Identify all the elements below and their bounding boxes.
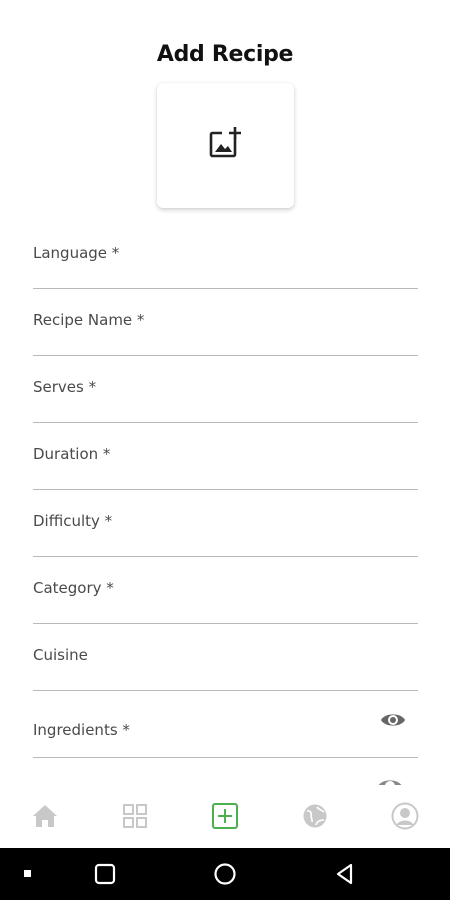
serves-label: Serves * xyxy=(33,378,97,396)
category-label: Category * xyxy=(33,579,114,597)
cuisine-label: Cuisine xyxy=(33,646,88,664)
profile-icon[interactable] xyxy=(391,802,419,830)
difficulty-label: Difficulty * xyxy=(33,512,113,530)
menu-icon[interactable] xyxy=(22,868,34,880)
duration-field[interactable]: Duration * xyxy=(33,423,418,490)
cuisine-field[interactable]: Cuisine xyxy=(33,624,418,691)
language-field[interactable]: Language * xyxy=(33,222,418,289)
category-field[interactable]: Category * xyxy=(33,557,418,624)
difficulty-field[interactable]: Difficulty * xyxy=(33,490,418,557)
bottom-navigation xyxy=(0,786,450,848)
back-icon[interactable] xyxy=(333,862,357,886)
add-photo-icon xyxy=(208,125,244,166)
recipe-name-label: Recipe Name * xyxy=(33,311,145,329)
eye-icon[interactable] xyxy=(380,711,406,729)
recipe-form: Language * Recipe Name * Serves * Durati… xyxy=(33,222,418,758)
home-circle-icon[interactable] xyxy=(213,862,237,886)
image-picker[interactable] xyxy=(157,83,294,208)
home-icon[interactable] xyxy=(31,802,59,830)
system-navigation-bar xyxy=(0,848,450,900)
recipe-name-field[interactable]: Recipe Name * xyxy=(33,289,418,356)
ingredients-label: Ingredients * xyxy=(33,721,130,739)
globe-icon[interactable] xyxy=(301,802,329,830)
recents-icon[interactable] xyxy=(93,862,117,886)
ingredients-field[interactable]: Ingredients * xyxy=(33,691,418,758)
eye-icon[interactable] xyxy=(377,777,403,785)
language-label: Language * xyxy=(33,244,120,262)
page-title: Add Recipe xyxy=(156,42,294,67)
duration-label: Duration * xyxy=(33,445,111,463)
serves-field[interactable]: Serves * xyxy=(33,356,418,423)
add-box-icon[interactable] xyxy=(211,802,239,830)
grid-icon[interactable] xyxy=(121,802,149,830)
